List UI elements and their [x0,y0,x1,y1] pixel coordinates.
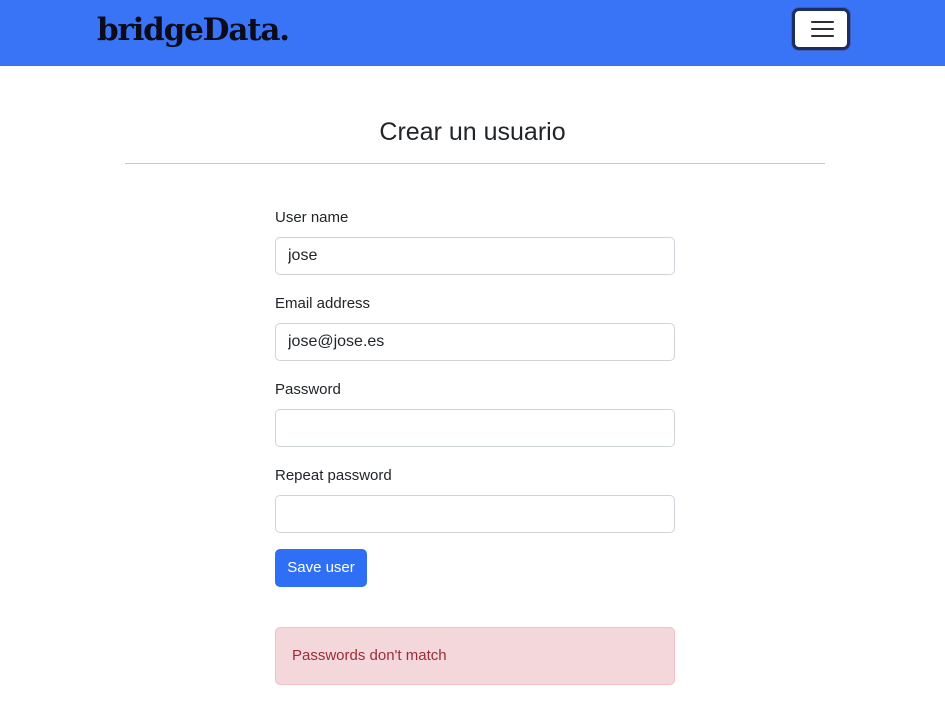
title-divider [125,163,825,164]
navbar-toggler-button[interactable] [792,8,850,50]
brand-logo[interactable]: bridgeData. [97,10,290,50]
username-label: User name [275,209,349,226]
password-mismatch-alert: Passwords don't match [275,627,675,685]
email-label: Email address [275,295,371,312]
navbar: bridgeData. [0,0,945,66]
username-input[interactable] [275,237,675,275]
repeat-password-label: Repeat password [275,467,392,484]
save-user-button[interactable]: Save user [275,549,367,587]
page-title: Crear un usuario [379,118,566,146]
repeat-password-input[interactable] [275,495,675,533]
alert-message: Passwords don't match [292,647,447,664]
email-input[interactable] [275,323,675,361]
password-input[interactable] [275,409,675,447]
password-label: Password [275,381,341,398]
